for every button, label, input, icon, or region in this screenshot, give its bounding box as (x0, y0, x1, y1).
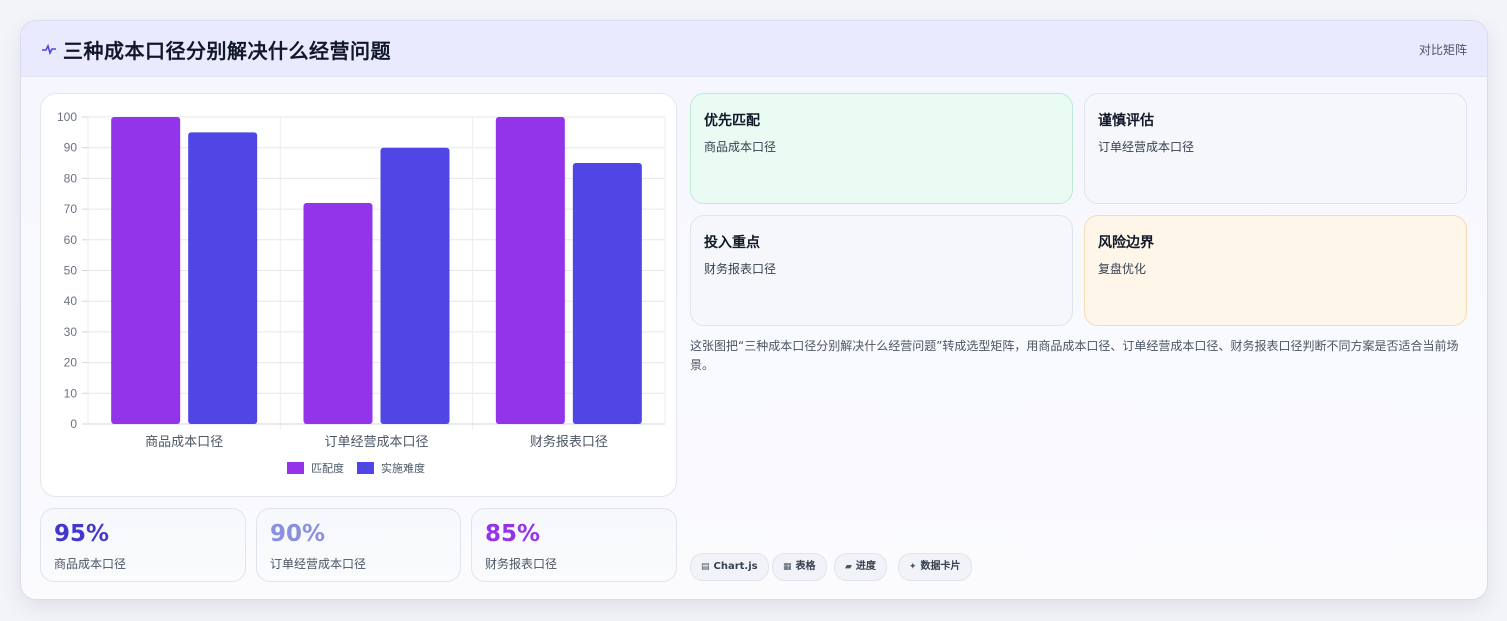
bar (572, 163, 642, 425)
stat-value: 85% (485, 521, 541, 547)
sparkle-icon: ✦ (909, 562, 917, 572)
bar (495, 117, 565, 424)
tile-subtitle: 复盘优化 (1098, 262, 1147, 276)
bar (188, 132, 258, 424)
stat-label: 商品成本口径 (54, 557, 127, 571)
y-tick-label: 90 (64, 141, 78, 155)
y-tick-label: 70 (64, 202, 78, 216)
progress-icon: ▰ (845, 562, 852, 572)
pill-progress[interactable]: ▰ 进度 (834, 553, 887, 581)
stat-card-2: 90% 订单经营成本口径 (256, 508, 461, 582)
stat-label: 订单经营成本口径 (270, 557, 367, 571)
bar-chart-svg: 0 10 20 30 40 50 60 70 80 90 100 商品成本口径 订单经营成本口径 财务报表… (57, 110, 666, 475)
bar (111, 117, 181, 424)
pill-data-card[interactable]: ✦ 数据卡片 (898, 553, 972, 581)
tile-title: 优先匹配 (704, 113, 760, 129)
tile-title: 谨慎评估 (1098, 113, 1154, 129)
tile-subtitle: 财务报表口径 (704, 262, 777, 276)
legend-label: 匹配度 (311, 461, 344, 475)
tile-priority-match: 优先匹配 商品成本口径 (690, 93, 1073, 204)
page-title: 三种成本口径分别解决什么经营问题 (63, 39, 391, 63)
y-tick-label: 80 (64, 171, 78, 185)
y-tick-label: 60 (64, 233, 78, 247)
pill-table[interactable]: ▦ 表格 (772, 553, 827, 581)
header-tag: 对比矩阵 (1418, 43, 1467, 57)
stat-card-1: 95% 商品成本口径 (40, 508, 246, 582)
comparison-card: 三种成本口径分别解决什么经营问题 对比矩阵 0 10 20 30 40 50 60 70 80 9… (20, 20, 1488, 600)
y-tick-label: 40 (64, 294, 78, 308)
tile-careful-eval: 谨慎评估 订单经营成本口径 (1084, 93, 1467, 204)
chart-icon: ▤ (701, 562, 710, 572)
description-text: 这张图把“三种成本口径分别解决什么经营问题”转成选型矩阵，用商品成本口径、订单经… (690, 339, 1459, 372)
pill-label: 数据卡片 (920, 561, 961, 572)
bar (380, 147, 450, 424)
legend-swatch (287, 462, 304, 474)
tile-subtitle: 订单经营成本口径 (1098, 140, 1195, 154)
pill-chartjs[interactable]: ▤ Chart.js (690, 553, 769, 581)
x-tick-label: 订单经营成本口径 (324, 435, 428, 450)
tile-subtitle: 商品成本口径 (704, 140, 777, 154)
legend-swatch (357, 462, 374, 474)
x-tick-label: 商品成本口径 (145, 435, 223, 450)
bar-chart: 0 10 20 30 40 50 60 70 80 90 100 商品成本口径 订单经营成本口径 财务报表… (40, 93, 677, 497)
card-header: 三种成本口径分别解决什么经营问题 对比矩阵 (21, 21, 1487, 77)
pill-label: 表格 (795, 561, 816, 572)
legend-label: 实施难度 (381, 461, 425, 475)
tile-investment-focus: 投入重点 财务报表口径 (690, 215, 1073, 326)
x-tick-label: 财务报表口径 (530, 434, 608, 450)
pill-label: Chart.js (713, 561, 758, 572)
tile-risk-boundary: 风险边界 复盘优化 (1084, 215, 1467, 326)
y-tick-label: 20 (64, 356, 78, 370)
pill-label: 进度 (855, 561, 876, 572)
stat-card-3: 85% 财务报表口径 (471, 508, 677, 582)
tile-title: 投入重点 (704, 235, 760, 251)
pulse-icon (42, 43, 56, 55)
y-tick-label: 30 (64, 325, 78, 339)
y-tick-label: 50 (64, 264, 78, 278)
y-tick-label: 0 (70, 417, 77, 431)
y-tick-label: 10 (64, 386, 78, 400)
y-tick-label: 100 (57, 110, 77, 124)
stat-value: 90% (270, 521, 326, 547)
stat-label: 财务报表口径 (485, 557, 558, 571)
tile-title: 风险边界 (1098, 235, 1154, 251)
stat-value: 95% (54, 521, 110, 547)
table-icon: ▦ (783, 562, 792, 572)
bar (303, 202, 373, 424)
